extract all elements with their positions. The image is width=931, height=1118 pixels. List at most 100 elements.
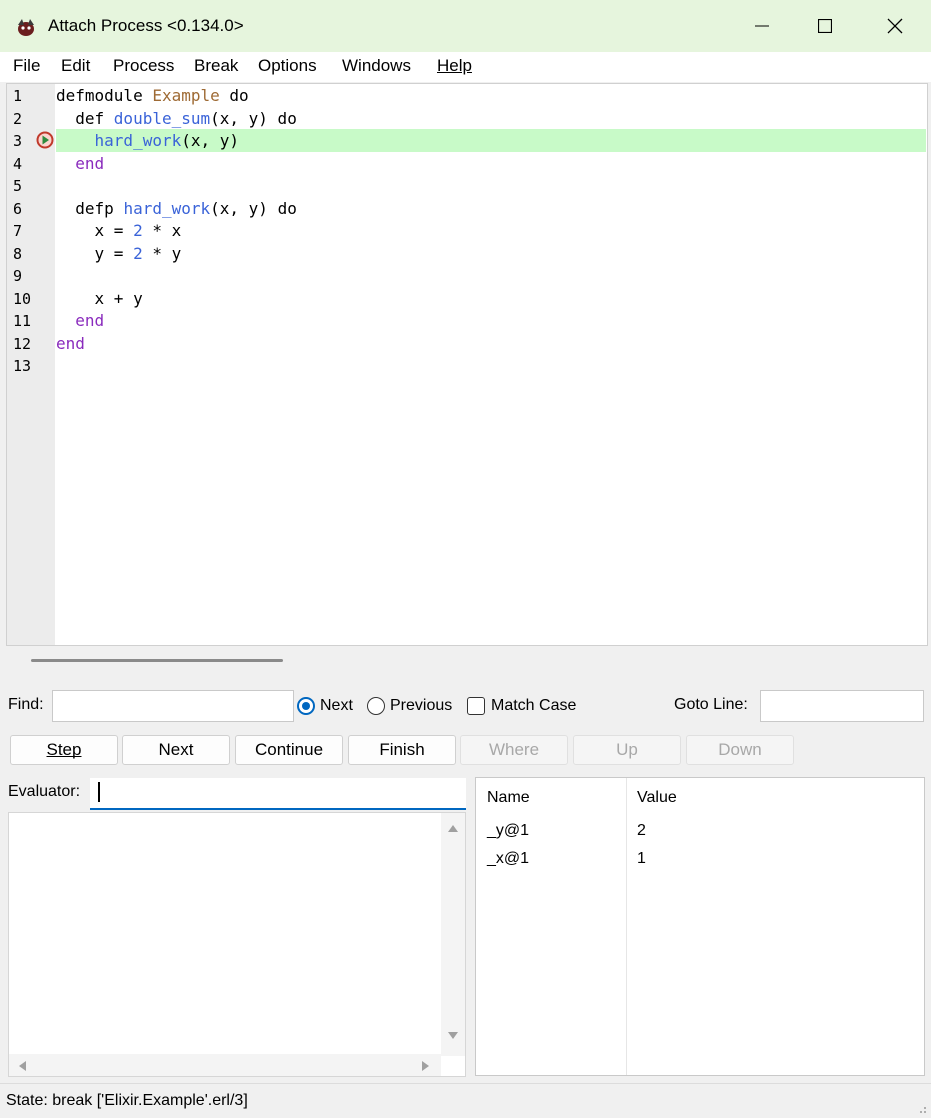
code-token: x = [56, 221, 134, 240]
evaluator-output[interactable] [8, 812, 466, 1077]
code-line: end [56, 310, 926, 332]
code-token: * y [142, 243, 182, 263]
code-token: end [56, 153, 105, 173]
code-line: x + y [56, 288, 926, 310]
down-button[interactable]: Down [686, 735, 794, 765]
binding-value[interactable]: 1 [637, 850, 646, 868]
line-number: 2 [13, 109, 23, 128]
code-token: do [219, 86, 249, 105]
menu-help[interactable]: Help [437, 56, 472, 76]
text-cursor [98, 782, 100, 802]
column-divider [626, 778, 627, 1075]
code-line: def double_sum(x, y) do [56, 108, 926, 130]
find-input[interactable] [52, 690, 294, 722]
minimize-button[interactable] [727, 0, 797, 52]
binding-name[interactable]: _x@1 [487, 850, 529, 868]
code-token: (x, y) do [210, 198, 297, 218]
maximize-button[interactable] [790, 0, 860, 52]
finish-button[interactable]: Finish [348, 735, 456, 765]
resize-grip-icon[interactable] [915, 1102, 927, 1114]
menu-bar: File Edit Process Break Options Windows … [0, 52, 931, 82]
next-button-label: Next [158, 740, 194, 759]
line-number: 13 [13, 357, 32, 375]
up-button[interactable]: Up [573, 735, 681, 765]
bindings-table[interactable]: Name Value _y@1 2 _x@1 1 [475, 777, 925, 1076]
code-line: y = 2 * y [56, 243, 926, 265]
breakpoint-arrow-icon [36, 131, 54, 149]
code-editor[interactable]: 1 2 3 4 5 6 7 8 9 10 11 12 13 defmodule Example do d… [6, 83, 928, 646]
code-token: y = [56, 243, 134, 263]
menu-file[interactable]: File [13, 56, 40, 76]
goto-line-label: Goto Line: [674, 696, 748, 713]
line-number: 5 [13, 177, 23, 195]
code-token: end [56, 333, 85, 353]
code-token: defp [56, 198, 124, 218]
where-button[interactable]: Where [460, 735, 568, 765]
line-number-gutter: 1 2 3 4 5 6 7 8 9 10 11 12 13 [7, 84, 55, 645]
column-header-name[interactable]: Name [487, 789, 530, 807]
line-number: 7 [13, 222, 23, 240]
scroll-down-icon[interactable] [447, 1031, 459, 1041]
binding-value[interactable]: 2 [637, 822, 646, 840]
down-button-label: Down [718, 740, 762, 759]
close-icon [887, 18, 903, 34]
match-case-label: Match Case [491, 697, 577, 714]
menu-process[interactable]: Process [113, 56, 174, 76]
menu-break[interactable]: Break [194, 56, 238, 76]
close-button[interactable] [860, 0, 930, 52]
line-number: 1 [13, 87, 23, 105]
status-bar: State: break ['Elixir.Example'.erl/3] [0, 1083, 931, 1118]
code-token: hard_work [123, 198, 211, 218]
step-button-label: Step [46, 740, 82, 759]
scroll-up-icon[interactable] [447, 823, 459, 833]
code-token: def [56, 108, 114, 128]
window-title: Attach Process <0.134.0> [48, 16, 244, 35]
status-text: State: break ['Elixir.Example'.erl/3] [6, 1092, 248, 1109]
code-line: defp hard_work(x, y) do [56, 198, 926, 220]
vertical-scrollbar[interactable] [441, 813, 465, 1056]
scroll-right-icon[interactable] [421, 1060, 431, 1072]
code-token: Example [152, 86, 220, 105]
goto-line-input[interactable] [760, 690, 924, 722]
previous-radio[interactable] [367, 697, 385, 715]
code-token: double_sum [113, 108, 211, 128]
match-case-checkbox[interactable] [467, 697, 485, 715]
code-token: end [56, 311, 105, 330]
horizontal-scrollbar[interactable] [6, 647, 928, 675]
minimize-icon [755, 25, 769, 27]
up-button-label: Up [616, 740, 638, 759]
menu-windows[interactable]: Windows [342, 56, 411, 76]
line-number: 4 [13, 154, 23, 173]
line-number: 9 [13, 267, 23, 285]
finish-button-label: Finish [379, 740, 425, 759]
menu-edit[interactable]: Edit [61, 56, 90, 76]
continue-button-label: Continue [254, 740, 324, 759]
scroll-left-icon[interactable] [17, 1060, 27, 1072]
title-bar: Attach Process <0.134.0> [0, 0, 931, 52]
code-token: x + y [56, 288, 143, 308]
maximize-icon [818, 19, 832, 33]
continue-button[interactable]: Continue [235, 735, 343, 765]
column-header-value[interactable]: Value [637, 789, 677, 807]
line-number: 10 [13, 289, 32, 308]
code-line: defmodule Example do [56, 85, 926, 107]
line-number: 3 [13, 132, 23, 150]
evaluator-horizontal-scrollbar[interactable] [9, 1054, 441, 1076]
evaluator-label: Evaluator: [8, 783, 81, 800]
step-button[interactable]: Step [10, 735, 118, 765]
evaluator-input[interactable] [90, 778, 466, 810]
binding-name[interactable]: _y@1 [487, 822, 529, 840]
line-number: 6 [13, 199, 23, 218]
code-token: (x, y) [181, 131, 240, 150]
code-line: x = 2 * x [56, 220, 926, 242]
next-radio[interactable] [297, 697, 315, 715]
next-button[interactable]: Next [122, 735, 230, 765]
code-token: 2 [133, 243, 143, 263]
line-number: 8 [13, 244, 23, 263]
menu-options[interactable]: Options [258, 56, 317, 76]
scrollbar-thumb[interactable] [31, 659, 283, 662]
